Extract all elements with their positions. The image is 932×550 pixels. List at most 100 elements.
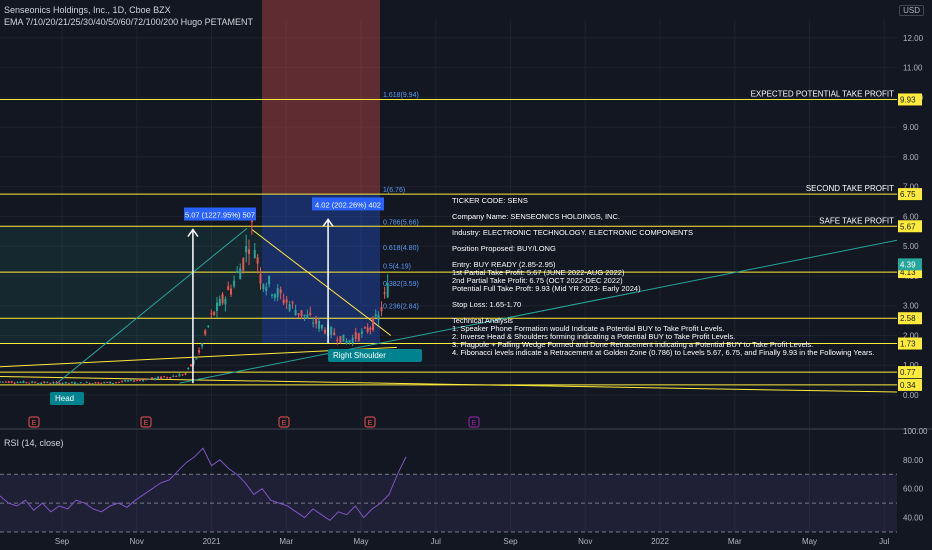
level-price-value: 9.93 [900,95,916,104]
level-price-value: 1.73 [900,340,916,349]
rsi-legend[interactable]: RSI (14, close) [4,438,64,448]
candle-body [103,382,106,384]
price-chart[interactable]: 12.0011.0010.009.008.007.006.005.004.003… [0,0,932,550]
candle-body [360,331,363,334]
candle-body [94,382,97,384]
candle-body [67,382,70,384]
candle-body [210,313,213,315]
candle-body [221,294,224,304]
candle-body [318,320,321,329]
time-tick-label: Jul [431,537,441,546]
fib-level-label: 1(6.76) [383,187,405,194]
candle-body [224,298,227,305]
pattern-label: Right Shoulder [333,351,386,360]
earnings-marker-label: E [368,420,373,427]
price-tick-label: 11.00 [903,64,923,73]
pattern-label: Head [55,394,74,403]
candle-body [369,327,372,330]
candle-body [312,322,315,324]
candle-body [262,284,265,290]
candle-body [204,330,207,335]
price-tick-label: 5.00 [903,242,919,251]
candle-body [40,382,43,384]
candle-body [320,324,323,329]
candle-body [127,380,130,382]
candle-body [207,325,210,327]
candle-body [106,382,109,384]
candle-body [256,257,259,264]
price-tick-label: 9.00 [903,123,919,132]
candle-body [13,382,16,384]
candle-body [386,283,389,298]
reward-zone [262,193,380,344]
rsi-tick-label: 100.00 [903,427,928,436]
candle-body [70,382,73,384]
candle-body [215,302,218,312]
symbol-title[interactable]: Senseonics Holdings, Inc., 1D, Cboe BZX [4,4,253,16]
candle-body [294,309,297,316]
fib-level-label: 1.618(9.94) [383,92,419,99]
measure-label: 4.02 (202.26%) 402 [315,200,381,209]
candle-body [154,377,157,380]
candle-body [363,327,366,329]
candle-body [213,311,216,316]
candle-body [82,383,85,385]
candle-body [300,310,303,317]
candle-body [10,381,13,383]
candle-body [309,312,312,316]
candle-body [333,332,336,336]
price-tick-label: 0.00 [903,391,919,400]
candle-body [279,289,282,294]
candle-body [187,367,190,369]
analysis-text-line: TICKER CODE: SENS [452,196,528,205]
candle-body [245,246,248,253]
currency-badge[interactable]: USD [899,5,924,16]
fib-level-label: 0.618(4.80) [383,245,419,252]
candle-body [189,364,192,367]
risk-zone [262,0,380,194]
candle-body [25,382,28,384]
candle-body [43,381,46,383]
fib-level-label: 0.786(5.66) [383,220,419,227]
candle-body [372,317,375,330]
candle-body [383,292,386,294]
fib-level-label: 0.5(4.19) [383,263,411,270]
candle-body [34,382,37,384]
candle-body [288,304,291,311]
time-tick-label: May [353,537,368,546]
earnings-marker-label: E [472,420,477,427]
rsi-tick-label: 80.00 [903,456,924,465]
candle-body [16,382,19,384]
candle-body [218,298,221,306]
price-tick-label: 8.00 [903,153,919,162]
candle-body [380,306,383,312]
time-tick-label: Nov [130,537,144,546]
rsi-tick-label: 40.00 [903,514,924,523]
candle-body [169,377,172,379]
candle-body [28,382,31,384]
indicator-legend[interactable]: EMA 7/10/20/21/25/30/40/50/60/72/100/200… [4,16,253,28]
chart-header: Senseonics Holdings, Inc., 1D, Cboe BZX … [4,4,253,28]
candle-body [374,314,377,317]
time-tick-label: Jul [879,537,889,546]
candle-body [163,376,166,378]
candle-body [282,299,285,304]
target-zone-left [0,226,262,344]
candle-body [351,337,354,344]
candle-body [61,383,64,385]
candle-body [19,381,22,383]
candle-body [73,382,76,384]
candle-body [46,381,49,383]
last-price-value: 4.39 [900,260,916,269]
level-price-value: 2.58 [900,314,916,323]
candle-body [181,374,184,376]
candle-body [366,327,369,332]
level-price-value: 5.67 [900,222,916,231]
candle-body [297,313,300,315]
time-tick-label: May [802,537,817,546]
candle-body [160,376,163,379]
price-tick-label: 12.00 [903,34,924,43]
candle-body [76,383,79,385]
candle-body [22,381,25,383]
candle-body [100,382,103,384]
